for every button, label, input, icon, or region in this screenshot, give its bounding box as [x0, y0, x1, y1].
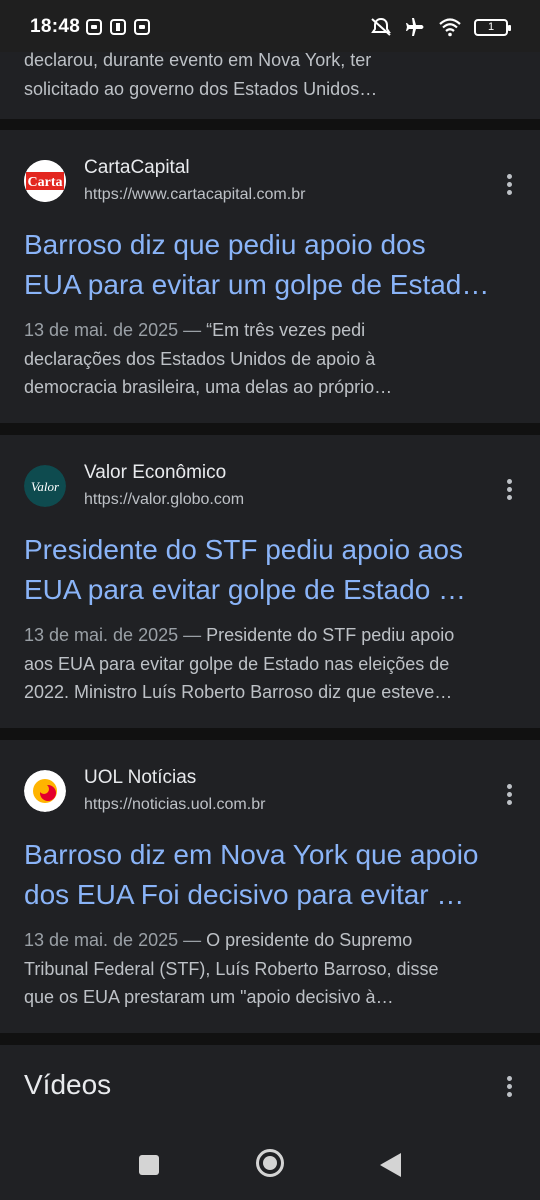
uol-favicon-icon [24, 770, 66, 812]
snippet-line: que os EUA prestaram um "apoio decisivo … [24, 987, 394, 1007]
snippet-text: “Em três vezes pedi [201, 320, 366, 340]
title-line: Barroso diz em Nova York que apoio [24, 839, 479, 870]
notification-icons [86, 19, 150, 35]
title-line: EUA para evitar um golpe de Estad… [24, 269, 490, 300]
snippet-line: democracia brasileira, uma delas ao próp… [24, 377, 393, 397]
notification-app-icon [134, 19, 150, 35]
airplane-mode-icon [406, 18, 424, 36]
more-options-icon[interactable] [506, 784, 512, 808]
battery-level: 1 [487, 21, 495, 33]
status-bar: 18:48 1 [0, 0, 540, 52]
upload-notification-icon [110, 19, 126, 35]
partial-result-card[interactable]: declarou, durante evento em Nova York, t… [0, 50, 540, 119]
result-url[interactable]: https://noticias.uol.com.br [84, 796, 265, 814]
more-options-icon[interactable] [506, 174, 512, 198]
result-title-link[interactable]: Barroso diz em Nova York que apoio dos E… [24, 835, 516, 915]
snippet-text: Presidente do STF pediu apoio [201, 625, 455, 645]
result-title-link[interactable]: Barroso diz que pediu apoio dos EUA para… [24, 225, 516, 305]
valor-favicon-icon: Valor [24, 465, 66, 507]
result-snippet: 13 de mai. de 2025 — “Em três vezes pedi… [24, 316, 516, 402]
result-url[interactable]: https://www.cartacapital.com.br [84, 186, 305, 204]
title-line: dos EUA Foi decisivo para evitar … [24, 879, 465, 910]
back-button[interactable] [380, 1153, 401, 1177]
snippet-line: 2022. Ministro Luís Roberto Barroso diz … [24, 682, 453, 702]
notification-app-icon [86, 19, 102, 35]
snippet-line: declarações dos Estados Unidos de apoio … [24, 348, 376, 369]
result-snippet: 13 de mai. de 2025 — O presidente do Sup… [24, 926, 516, 1012]
snippet-line: Tribunal Federal (STF), Luís Roberto Bar… [24, 958, 439, 979]
home-button[interactable] [256, 1149, 284, 1177]
result-source-name[interactable]: Valor Econômico [84, 462, 226, 484]
status-time: 18:48 [30, 16, 81, 37]
favicon-text: Carta [28, 175, 63, 190]
snippet-line: aos EUA para evitar golpe de Estado nas … [24, 653, 450, 674]
result-date: 13 de mai. de 2025 — [24, 930, 202, 950]
recent-apps-button[interactable] [139, 1155, 159, 1175]
favicon-text: Valor [31, 479, 60, 494]
title-line: EUA para evitar golpe de Estado … [24, 574, 467, 605]
search-result-card[interactable]: Valor Valor Econômico https://valor.glob… [0, 435, 540, 728]
search-result-card[interactable]: Carta CartaCapital https://www.cartacapi… [0, 130, 540, 423]
more-options-icon[interactable] [506, 479, 512, 503]
videos-section: Vídeos [0, 1045, 540, 1130]
result-source-name[interactable]: CartaCapital [84, 157, 190, 179]
title-line: Barroso diz que pediu apoio dos [24, 229, 426, 260]
result-date: 13 de mai. de 2025 — [24, 320, 202, 340]
videos-section-title: Vídeos [24, 1069, 112, 1100]
snippet-text: O presidente do Supremo [201, 930, 413, 950]
result-snippet: 13 de mai. de 2025 — Presidente do STF p… [24, 621, 516, 707]
search-result-card[interactable]: UOL Notícias https://noticias.uol.com.br… [0, 740, 540, 1033]
result-snippet: declarou, durante evento em Nova York, t… [24, 46, 516, 103]
silent-mode-icon [371, 17, 391, 36]
title-line: Presidente do STF pediu apoio aos [24, 534, 463, 565]
system-navigation-bar [0, 1130, 540, 1200]
wifi-icon [439, 18, 461, 37]
result-title-link[interactable]: Presidente do STF pediu apoio aos EUA pa… [24, 530, 516, 610]
system-icons: 1 [370, 17, 511, 37]
battery-icon: 1 [474, 18, 511, 36]
result-date: 13 de mai. de 2025 — [24, 625, 202, 645]
snippet-line: solicitado ao governo dos Estados Unidos… [24, 78, 378, 99]
cartacapital-favicon-icon: Carta [24, 160, 66, 202]
result-source-name[interactable]: UOL Notícias [84, 767, 196, 789]
result-url[interactable]: https://valor.globo.com [84, 491, 244, 509]
more-options-icon[interactable] [506, 1076, 512, 1100]
